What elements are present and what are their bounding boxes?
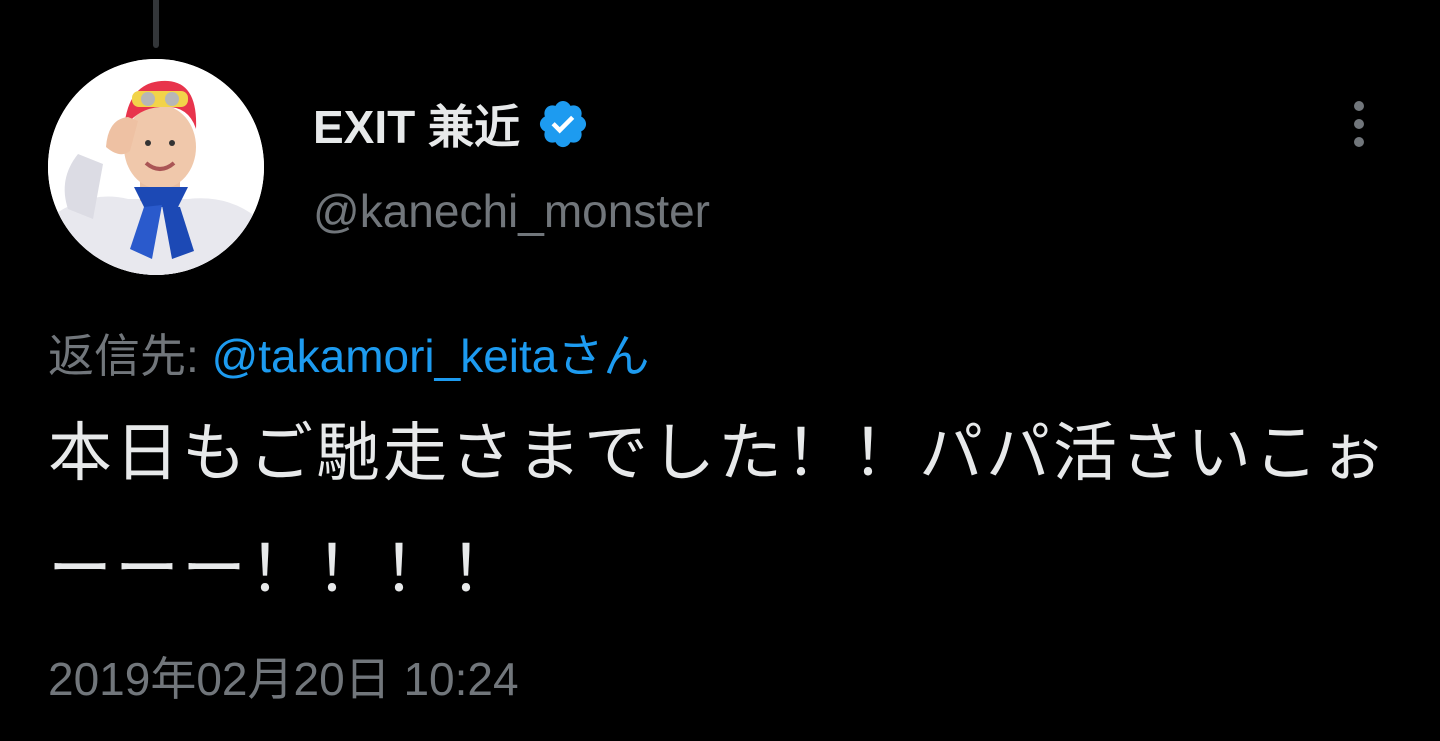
tweet-text: 本日もご馳走さまでした！！パパ活さいこぉーーー！！！！: [48, 417, 1388, 605]
thread-connector-line: [153, 0, 159, 48]
reply-to-line: 返信先: @takamori_keitaさん: [48, 320, 649, 386]
reply-to-prefix: 返信先:: [48, 330, 212, 382]
author-handle[interactable]: @kanechi_monster: [313, 184, 710, 238]
verified-badge-icon: [539, 100, 587, 148]
profile-photo: [48, 59, 264, 275]
reply-mention-link[interactable]: @takamori_keitaさん: [212, 330, 650, 382]
avatar[interactable]: [48, 59, 264, 275]
more-options-button[interactable]: [1336, 94, 1382, 154]
reply-mention-suffix: さん: [557, 330, 650, 382]
more-vertical-icon-dot-2: [1354, 119, 1364, 129]
reply-mention-handle: @takamori_keita: [211, 330, 558, 382]
tweet-timestamp[interactable]: 2019年02月20日 10:24: [48, 643, 519, 709]
more-vertical-icon-dot-3: [1354, 137, 1364, 147]
author-name-row: EXIT 兼近: [313, 92, 590, 156]
more-vertical-icon: [1354, 101, 1364, 111]
author-display-name[interactable]: EXIT 兼近: [313, 91, 520, 157]
